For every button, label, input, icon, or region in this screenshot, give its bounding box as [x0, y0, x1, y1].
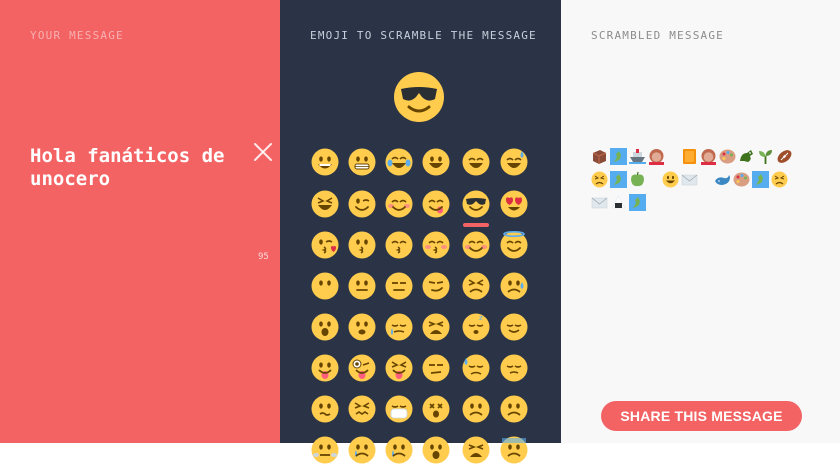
map-icon [610, 171, 627, 188]
cold-sweat-emoji-icon[interactable] [500, 436, 528, 464]
persevere-icon [591, 171, 608, 188]
stuck-out-tongue-closed-eyes-emoji-icon[interactable] [385, 354, 413, 382]
smirk-emoji-icon[interactable] [422, 272, 450, 300]
expressionless-emoji-icon[interactable] [385, 272, 413, 300]
woman-icon [648, 148, 665, 165]
map-icon [610, 148, 627, 165]
confused-emoji-icon[interactable] [311, 395, 339, 423]
close-icon [254, 143, 272, 161]
scrambled-space [700, 171, 714, 188]
scrambled-message [591, 148, 827, 217]
selected-emoji-sunglasses-icon [393, 71, 445, 123]
palette-icon [733, 171, 750, 188]
persevere-icon [771, 171, 788, 188]
whale-icon [714, 171, 731, 188]
map-icon [752, 171, 769, 188]
no-mouth-emoji-icon[interactable] [311, 272, 339, 300]
astonished-emoji-icon[interactable] [422, 436, 450, 464]
smiley-emoji-icon[interactable] [422, 148, 450, 176]
clear-message-button[interactable] [251, 140, 275, 164]
sleepy-emoji-icon[interactable] [385, 313, 413, 341]
apple-icon [629, 171, 646, 188]
relieved-emoji-icon[interactable] [500, 313, 528, 341]
kissing-emoji-icon[interactable] [348, 231, 376, 259]
scrambled-panel-title: SCRAMBLED MESSAGE [591, 29, 724, 42]
mask-emoji-icon[interactable] [385, 395, 413, 423]
selected-emoji-indicator [463, 223, 489, 227]
pensive-emoji-icon[interactable] [500, 354, 528, 382]
heart-eyes-emoji-icon[interactable] [500, 190, 528, 218]
sweat-emoji-icon[interactable] [462, 354, 490, 382]
stuck-out-tongue-winking-emoji-icon[interactable] [348, 354, 376, 382]
scrambled-row [591, 194, 827, 211]
wink-emoji-icon[interactable] [348, 190, 376, 218]
smiley-icon [662, 171, 679, 188]
confounded-emoji-icon[interactable] [348, 395, 376, 423]
cry-emoji-icon[interactable] [348, 436, 376, 464]
scrambled-panel: SCRAMBLED MESSAGE [561, 0, 840, 443]
joy-emoji-icon[interactable] [385, 148, 413, 176]
kissing-smiling-eyes-emoji-icon[interactable] [385, 231, 413, 259]
persevere-emoji-icon[interactable] [462, 272, 490, 300]
scrambled-row [591, 171, 827, 188]
hushed-emoji-icon[interactable] [348, 313, 376, 341]
scrambled-space [667, 148, 681, 165]
yum-emoji-icon[interactable] [422, 190, 450, 218]
blush-emoji-icon[interactable] [385, 190, 413, 218]
grimacing-emoji-icon[interactable] [348, 148, 376, 176]
sweat-smile-emoji-icon[interactable] [500, 148, 528, 176]
triumph-emoji-icon[interactable] [311, 436, 339, 464]
sunglasses-emoji-icon[interactable] [462, 190, 490, 218]
football-icon [776, 148, 793, 165]
dragon-icon [738, 148, 755, 165]
envelope-icon [591, 194, 608, 211]
tired-emoji-icon[interactable] [422, 313, 450, 341]
smile-emoji-icon[interactable] [462, 148, 490, 176]
disappointed-relieved-emoji-icon[interactable] [500, 272, 528, 300]
woman-icon [700, 148, 717, 165]
rice-ball-icon [610, 194, 627, 211]
sob-emoji-icon[interactable] [385, 436, 413, 464]
scrambled-row [591, 148, 827, 165]
envelope-icon [681, 171, 698, 188]
message-panel: YOUR MESSAGE Hola fanáticos de unocero 9… [0, 0, 280, 443]
neutral-emoji-icon[interactable] [348, 272, 376, 300]
sleeping-emoji-icon[interactable]: z [462, 313, 490, 341]
worried-emoji-icon[interactable] [500, 395, 528, 423]
open-mouth-emoji-icon[interactable] [311, 313, 339, 341]
disappointed-emoji-icon[interactable] [462, 395, 490, 423]
seedling-icon [757, 148, 774, 165]
stuck-out-tongue-emoji-icon[interactable] [311, 354, 339, 382]
chocolate-icon [591, 148, 608, 165]
palette-icon [719, 148, 736, 165]
ship-icon [629, 148, 646, 165]
weary-emoji-icon[interactable] [462, 436, 490, 464]
share-message-button[interactable]: SHARE THIS MESSAGE [601, 401, 802, 431]
emoji-picker-title: EMOJI TO SCRAMBLE THE MESSAGE [310, 29, 537, 42]
innocent-emoji-icon[interactable] [500, 231, 528, 259]
unamused-emoji-icon[interactable] [422, 354, 450, 382]
map-icon [629, 194, 646, 211]
message-input[interactable]: Hola fanáticos de unocero [30, 145, 245, 191]
kissing-heart-emoji-icon[interactable] [311, 231, 339, 259]
scrambled-space [648, 171, 662, 188]
message-panel-title: YOUR MESSAGE [30, 29, 124, 42]
orange-book-icon [681, 148, 698, 165]
grinning-emoji-icon[interactable] [311, 148, 339, 176]
svg-text:z: z [479, 314, 483, 322]
dizzy-emoji-icon[interactable] [422, 395, 450, 423]
kissing-closed-eyes-emoji-icon[interactable] [422, 231, 450, 259]
character-count: 95 [258, 252, 269, 262]
laughing-emoji-icon[interactable] [311, 190, 339, 218]
relaxed-emoji-icon[interactable] [462, 231, 490, 259]
